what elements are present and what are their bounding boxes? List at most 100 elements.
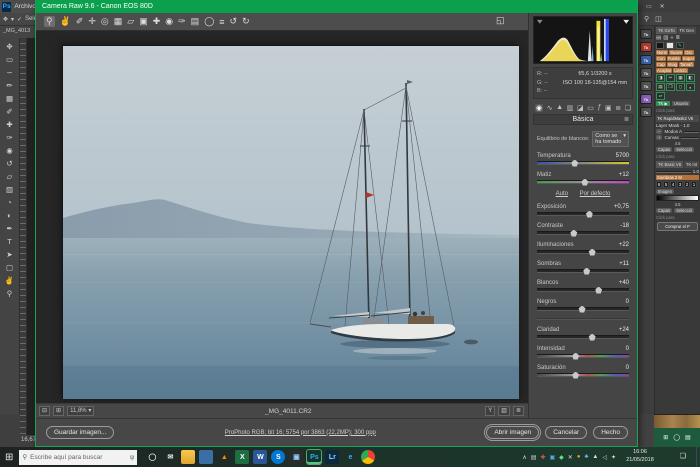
slider-track[interactable] <box>537 307 629 311</box>
graduated-filter-tool[interactable]: ▤ <box>191 16 200 27</box>
tk-mask-key[interactable]: 1 <box>691 181 697 188</box>
tk-action-button[interactable]: Fuerte <box>667 56 681 61</box>
lightroom-icon[interactable]: Lr <box>325 450 339 464</box>
save-image-button[interactable]: Guardar imagen... <box>46 426 114 439</box>
dodge-tool[interactable]: ◐ <box>2 209 18 222</box>
photo-preview[interactable] <box>62 45 518 398</box>
taskbar-clock[interactable]: 16:06 21/05/2018 <box>620 449 660 465</box>
rotate-right-button[interactable]: ↻ <box>242 16 250 27</box>
slider-track[interactable] <box>537 373 629 377</box>
hand-tool[interactable]: ✌ <box>60 16 71 27</box>
window-button-icon[interactable]: ✕ <box>660 3 665 10</box>
pen-tool[interactable]: ✒ <box>2 222 18 235</box>
marquee-tool[interactable]: ▭ <box>2 53 18 66</box>
cancel-button[interactable]: Cancelar <box>545 426 587 439</box>
tk-module-icon[interactable]: ◯ <box>673 434 680 441</box>
spot-removal-tool[interactable]: ✚ <box>153 16 161 27</box>
tk-grid-icon[interactable]: ❒ <box>666 83 675 91</box>
photoshop-icon[interactable]: Ps <box>307 450 321 464</box>
open-image-button[interactable]: Abrir imagen <box>486 426 539 439</box>
tk-tab[interactable]: TK Basic V6 <box>656 161 683 168</box>
shape-tool[interactable]: ▢ <box>2 261 18 274</box>
slider-thumb[interactable] <box>571 160 578 167</box>
slider-thumb[interactable] <box>589 334 596 341</box>
move-tool-option-icon[interactable]: ✥ <box>3 16 8 23</box>
tk-layer-button[interactable]: Capas <box>656 147 672 152</box>
slider-thumb[interactable] <box>581 179 588 186</box>
panel-icon[interactable]: ⚲ <box>644 15 649 23</box>
tk-badge-icon[interactable]: Tk <box>640 42 652 52</box>
tk-grid-icon[interactable]: ▦ <box>676 74 685 82</box>
notification-center-icon[interactable]: ❏ <box>680 452 686 460</box>
fullscreen-toggle-icon[interactable]: ◱ <box>496 15 505 26</box>
slider-thumb[interactable] <box>579 306 586 313</box>
tk-mode-toggle[interactable]: + <box>656 135 662 140</box>
skype-icon[interactable]: S <box>271 450 285 464</box>
default-link[interactable]: Por defecto <box>580 191 611 197</box>
tk-grid-icon[interactable]: ▯ <box>676 83 685 91</box>
tab-detail[interactable]: ▲ <box>556 104 563 112</box>
healing-brush-tool[interactable]: ✚ <box>2 118 18 131</box>
tk-mask-key[interactable]: 3 <box>677 181 683 188</box>
slider-track[interactable] <box>537 335 629 339</box>
tab-lens-corrections[interactable]: ▭ <box>587 104 594 112</box>
tk-play-button[interactable]: TK ▶ <box>656 101 670 106</box>
tk-pen-icon[interactable]: ✎ <box>676 42 684 49</box>
clone-stamp-tool[interactable]: ◉ <box>2 144 18 157</box>
tk-imagen-button[interactable]: Imagen <box>656 189 674 194</box>
slider-track[interactable] <box>537 212 629 216</box>
slider-thumb[interactable] <box>586 211 593 218</box>
tk-tool-icon[interactable]: ≣ <box>675 35 680 41</box>
tk-rapidmask-title[interactable]: TK RapidMask2 V5 <box>656 115 699 122</box>
tk-mask-key[interactable]: 4 <box>670 181 676 188</box>
targeted-adjustment-tool[interactable]: ◎ <box>101 16 109 27</box>
tk-mode-label[interactable]: Curvas <box>664 135 678 140</box>
red-eye-tool[interactable]: ◉ <box>165 16 173 27</box>
microphone-icon[interactable]: ψ <box>130 454 135 461</box>
chevron-down-icon[interactable]: ▾ <box>11 16 14 23</box>
tab-hsl[interactable]: ▥ <box>567 104 574 112</box>
color-sampler-tool[interactable]: ✛ <box>88 16 96 27</box>
split-view-button[interactable]: ▥ <box>498 406 510 416</box>
tk-mask-key[interactable]: 5 <box>663 181 669 188</box>
tk-tool-icon[interactable]: ▤ <box>656 35 661 41</box>
preview-settings-button[interactable]: ≣ <box>513 406 524 416</box>
blur-tool[interactable]: ◔ <box>2 196 18 209</box>
eyedropper-tool[interactable]: ✐ <box>2 105 18 118</box>
straighten-tool[interactable]: ▱ <box>127 16 134 27</box>
zoom-level-select[interactable]: 11,8% ▾ <box>67 406 94 416</box>
slider-thumb[interactable] <box>589 249 596 256</box>
brush-tool[interactable]: ✑ <box>2 131 18 144</box>
tk-grid-icon[interactable]: ✂ <box>666 74 675 82</box>
slider-thumb[interactable] <box>572 372 579 379</box>
slider-thumb[interactable] <box>595 287 602 294</box>
panel-icon[interactable]: ◫ <box>655 15 662 23</box>
done-button[interactable]: Hecho <box>593 426 628 439</box>
tray-expand-icon[interactable]: ∧ <box>522 454 526 461</box>
tk-mask-key[interactable]: 2 <box>684 181 690 188</box>
preview-toggle-button[interactable]: Y <box>485 406 495 416</box>
tab-snapshots[interactable]: ❏ <box>625 104 631 112</box>
tray-language-icon[interactable]: ✦ <box>611 454 616 461</box>
tray-app3-icon[interactable]: ▣ <box>550 454 556 461</box>
eraser-tool[interactable]: ▱ <box>2 170 18 183</box>
zoom-out-button[interactable]: ⊟ <box>39 406 50 416</box>
edge-icon[interactable]: e <box>343 450 357 464</box>
type-tool[interactable]: T <box>2 235 18 248</box>
preferences-button[interactable]: ≡ <box>219 17 224 27</box>
histogram[interactable] <box>533 16 633 64</box>
tk-layer-button[interactable]: Capas <box>656 208 672 213</box>
vlc-icon[interactable]: ▲ <box>217 450 231 464</box>
zoom-tool[interactable]: ⚲ <box>44 16 55 27</box>
adjustment-brush-tool[interactable]: ✑ <box>178 16 186 27</box>
slider-track[interactable] <box>537 231 629 235</box>
tk-white-swatch[interactable] <box>666 42 674 49</box>
tk-black-swatch[interactable] <box>656 42 664 49</box>
tab-effects[interactable]: ƒ <box>597 104 601 112</box>
path-selection-tool[interactable]: ➤ <box>2 248 18 261</box>
tk-mode-label[interactable]: Modos A <box>664 129 682 134</box>
window-button-icon[interactable]: ▭ <box>646 3 652 10</box>
excel-icon[interactable]: X <box>235 450 249 464</box>
auto-link[interactable]: Auto <box>556 191 568 197</box>
white-balance-select[interactable]: Como se ha tomado ▾ <box>592 131 629 147</box>
